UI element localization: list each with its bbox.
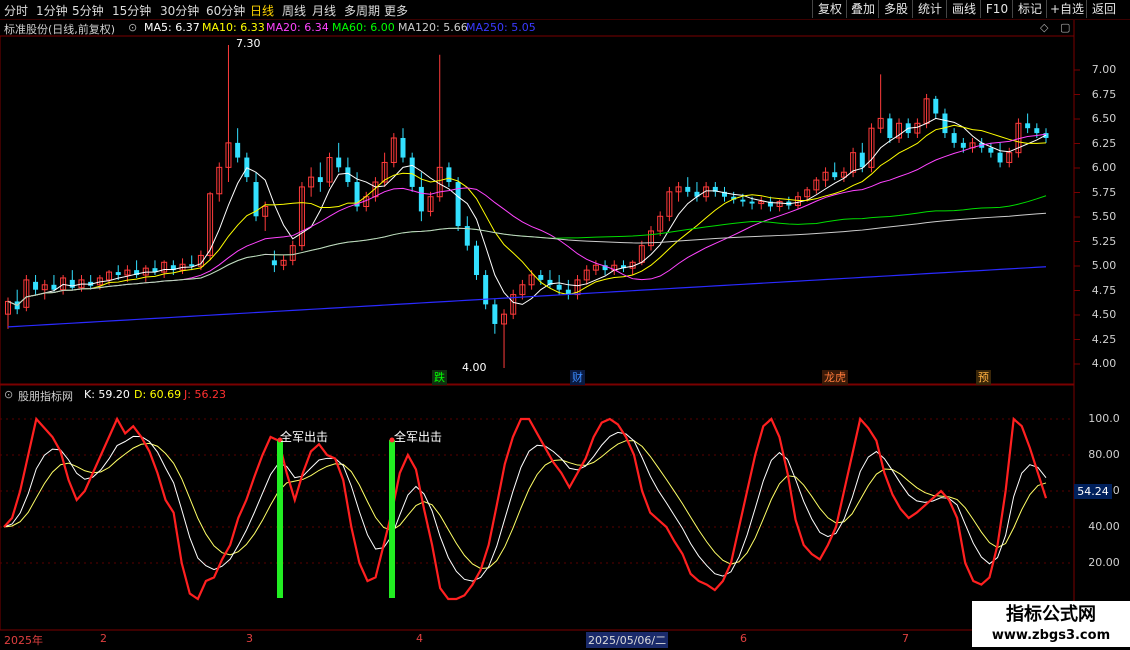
kline-chart[interactable] [0, 0, 1130, 650]
indicator-panel-frame [0, 384, 1075, 631]
candle-body [317, 177, 323, 183]
time-axis-label: 2025/05/06/二 [586, 632, 669, 648]
candle-body [492, 304, 498, 324]
event-marker[interactable]: 龙虎 [822, 370, 848, 385]
indicator-tick-label: 40.00 [1088, 520, 1120, 533]
candle-body [951, 133, 957, 143]
candle-body [235, 142, 241, 158]
low-price-annotation: 4.00 [462, 361, 487, 374]
price-tick-label: 4.75 [1091, 283, 1117, 297]
current-indicator-value: 54.24 [1074, 484, 1112, 499]
candle-body [556, 284, 562, 290]
signal-label: 全军出击 [394, 430, 443, 444]
watermark-title: 指标公式网 [972, 601, 1130, 629]
price-tick-label: 4.50 [1091, 308, 1117, 321]
candle-body [960, 142, 966, 148]
price-tick-label: 6.50 [1091, 112, 1117, 125]
candle-body [271, 260, 277, 266]
time-axis-label: 2 [100, 632, 107, 645]
candle-body [1034, 128, 1040, 134]
candle-body [473, 245, 479, 276]
ma-line [7, 124, 1047, 306]
signal-bar [277, 440, 283, 598]
candle-body [685, 186, 691, 192]
candle-body [997, 152, 1003, 163]
candle-body [446, 167, 452, 183]
candle-body [418, 186, 424, 212]
indicator-tick-label: 20.00 [1088, 556, 1120, 569]
signal-bar [389, 440, 395, 598]
price-tick-label: 5.50 [1091, 210, 1117, 223]
candle-body [483, 275, 489, 305]
candle-body [400, 137, 406, 158]
price-tick-label: 4.25 [1091, 332, 1117, 346]
indicator-j-line [3, 416, 1048, 601]
ma-line [7, 195, 1047, 306]
price-tick-label: 6.75 [1091, 87, 1117, 101]
event-marker[interactable]: 财 [570, 370, 585, 385]
event-marker[interactable]: 跌 [432, 370, 447, 385]
candle-body [409, 157, 415, 187]
candle-body [1025, 123, 1031, 129]
candle-body [336, 157, 342, 168]
candle-body [115, 272, 121, 276]
ma-line [7, 212, 1047, 306]
time-axis-label: 6 [740, 632, 747, 645]
time-axis-label: 4 [416, 632, 423, 645]
candle-body [942, 113, 948, 134]
signal-label: 全军出击 [280, 430, 329, 444]
price-tick-label: 7.00 [1091, 63, 1117, 76]
candle-body [933, 98, 939, 114]
price-tick-label: 6.25 [1091, 136, 1117, 150]
price-tick-label: 5.00 [1091, 259, 1117, 272]
candle-body [832, 172, 838, 178]
event-marker[interactable]: 预 [976, 370, 991, 385]
candle-body [33, 281, 39, 290]
candle-body [988, 147, 994, 153]
time-axis-label: 7 [902, 632, 909, 645]
candle-body [69, 279, 75, 288]
high-price-annotation: 7.30 [236, 37, 261, 50]
indicator-tick-label: 100.0 [1088, 412, 1120, 425]
price-tick-label: 6.00 [1091, 161, 1117, 174]
price-panel-frame [0, 35, 1075, 385]
price-tick-label: 5.75 [1091, 185, 1117, 199]
price-tick-label: 5.25 [1091, 234, 1117, 248]
candle-body [740, 199, 746, 202]
time-axis-label: 2025年 [4, 634, 43, 647]
candle-body [538, 275, 544, 280]
candle-body [859, 152, 865, 168]
candle-body [887, 118, 893, 138]
indicator-tick-label: 80.00 [1088, 448, 1120, 461]
price-tick-label: 4.00 [1091, 357, 1117, 370]
watermark-url: www.zbgs3.com [972, 627, 1130, 647]
time-axis-label: 3 [246, 632, 253, 645]
candle-body [749, 201, 755, 204]
